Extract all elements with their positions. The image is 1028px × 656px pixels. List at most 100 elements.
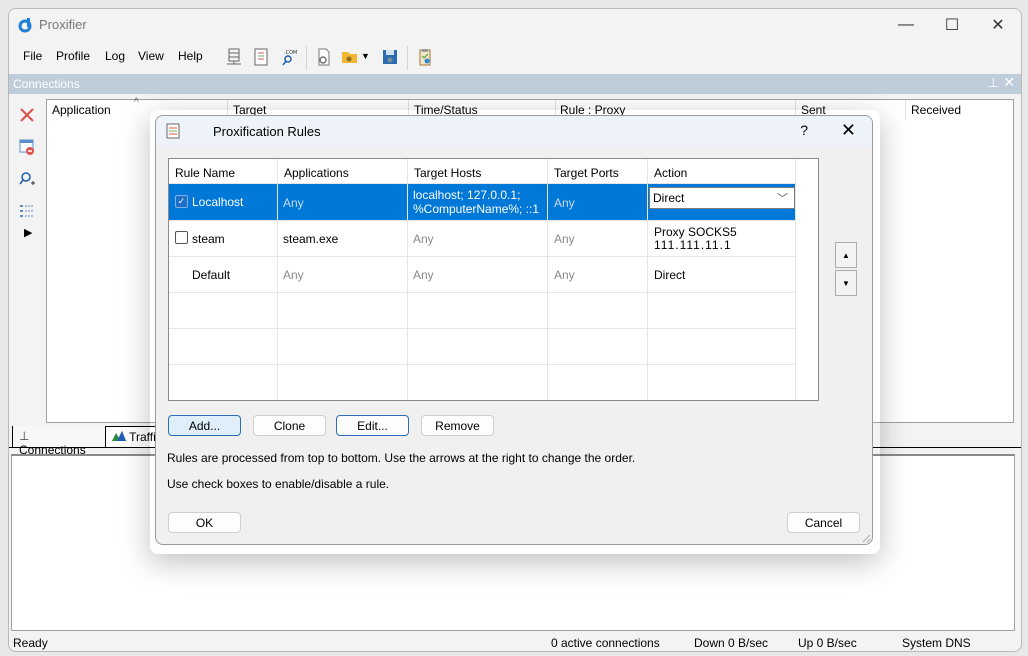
resize-grip-icon[interactable] [861,533,871,543]
chevron-down-icon: ﹀ [777,193,788,205]
column-header-applications: Applications [284,166,349,180]
rule-enabled-checkbox[interactable]: ✓ [175,195,188,208]
remove-button[interactable]: Remove [421,415,494,436]
menu-help[interactable]: Help [178,49,203,63]
column-separator [905,100,906,120]
pin-icon[interactable]: ⊥ [988,75,999,91]
columns-list-icon[interactable] [18,202,36,220]
connections-tab-icon: ⊥ [19,429,30,443]
close-button[interactable]: ✕ [975,9,1021,41]
menu-profile[interactable]: Profile [56,49,90,63]
menu-log[interactable]: Log [105,49,125,63]
connections-pane-header: Connections ⊥ ✕ [9,74,1021,94]
order-hint-text: Rules are processed from top to bottom. … [167,451,636,465]
rule-hosts-line2: %ComputerName%; ::1 [413,202,540,216]
rules-scroll-icon [166,123,180,139]
rule-name: Default [192,268,231,282]
rules-grid: Rule Name Applications Target Hosts Targ… [168,158,819,401]
move-down-button[interactable]: ▼ [835,270,857,296]
add-button[interactable]: Add... [168,415,241,436]
name-resolution-icon[interactable]: .COM [279,47,299,67]
close-pane-icon[interactable]: ✕ [1003,74,1015,91]
menu-view[interactable]: View [138,49,164,63]
column-header-received[interactable]: Received [911,103,961,117]
cancel-button[interactable]: Cancel [787,512,860,533]
close-connection-icon[interactable] [18,106,36,124]
dialog-close-button[interactable]: ✕ [841,120,856,141]
menu-bar: File Profile Log View Help .COM ▼ [9,43,1021,71]
column-header-target-ports: Target Ports [554,166,619,180]
advanced-settings-icon[interactable] [314,47,334,67]
close-icon: ✕ [991,17,1005,34]
toolbar-separator [306,46,307,70]
title-bar: Proxifier — ☐ ✕ [9,9,1021,41]
open-profile-dropdown-icon[interactable]: ▼ [361,51,370,61]
sort-ascending-icon: ^ [134,97,139,108]
connections-side-toolbar: ▶ [9,94,45,434]
connections-pane-title: Connections [13,77,80,91]
rule-action-line2: 111.111.11.1 [654,238,732,252]
column-header-action: Action [654,166,688,180]
active-connections-count: 0 active connections [551,636,660,650]
proxy-servers-icon[interactable] [224,47,244,67]
arrow-down-icon: ▼ [842,278,850,288]
rule-hosts: Any [413,232,434,246]
rule-applications: steam.exe [283,232,339,246]
maximize-icon: ☐ [944,17,960,34]
tab-connections[interactable]: ⊥ Connections [12,426,106,457]
column-header-target-hosts: Target Hosts [414,166,482,180]
rule-action: Direct [654,268,686,282]
rule-action-line1: Proxy SOCKS5 [654,225,737,239]
proxification-rules-icon[interactable] [251,47,271,67]
grid-line [169,292,796,293]
rule-row-steam[interactable]: steam steam.exe Any Any Proxy SOCKS5 111… [169,220,796,256]
minimize-icon: — [898,16,914,33]
open-profile-icon[interactable] [340,47,360,67]
clone-button[interactable]: Clone [253,415,326,436]
dns-mode: System DNS [902,636,971,650]
grid-line [169,328,796,329]
find-connection-icon[interactable] [18,170,36,188]
maximize-button[interactable]: ☐ [929,9,975,41]
action-dropdown[interactable]: Direct ﹀ [649,187,795,209]
save-profile-icon[interactable] [380,47,400,67]
traffic-chart-icon [112,431,126,441]
expand-arrow-icon[interactable]: ▶ [24,226,32,239]
rule-applications: Any [283,268,304,282]
rule-applications: Any [283,196,304,210]
column-header-application[interactable]: Application [52,103,111,117]
rule-hosts-line1: localhost; 127.0.0.1; [413,188,521,202]
rule-hosts: Any [413,268,434,282]
rule-enabled-checkbox[interactable] [175,231,188,244]
checkbox-hint-text: Use check boxes to enable/disable a rule… [167,477,390,491]
app-title: Proxifier [39,17,87,32]
grid-line [169,183,796,184]
status-text: Ready [13,636,48,650]
help-button[interactable]: ? [800,122,808,138]
arrow-up-icon: ▲ [842,250,850,260]
move-up-button[interactable]: ▲ [835,242,857,268]
kill-process-icon[interactable] [18,138,36,156]
dialog-title: Proxification Rules [213,124,321,139]
rule-row-localhost[interactable]: ✓ Localhost Any localhost; 127.0.0.1; %C… [169,184,796,220]
svg-text:.COM: .COM [284,50,297,56]
rule-name: Localhost [192,195,244,209]
profile-clipboard-icon[interactable] [415,47,435,67]
action-dropdown-value: Direct [653,191,685,205]
toolbar-separator [407,46,408,70]
grid-line [169,220,796,221]
upload-rate: Up 0 B/sec [798,636,857,650]
grid-line [169,364,796,365]
dialog-title-bar: Proxification Rules ? ✕ [156,116,872,146]
download-rate: Down 0 B/sec [694,636,769,650]
minimize-button[interactable]: — [883,9,929,41]
edit-button[interactable]: Edit... [336,415,409,436]
ok-button[interactable]: OK [168,512,241,533]
proxifier-logo-icon [18,18,32,33]
rule-row-default[interactable]: Default Any Any Any Direct [169,256,796,292]
rule-ports: Any [554,232,575,246]
menu-file[interactable]: File [23,49,42,63]
column-header-rule-name: Rule Name [175,166,236,180]
rule-name: steam [192,232,225,246]
rule-ports: Any [554,196,575,210]
